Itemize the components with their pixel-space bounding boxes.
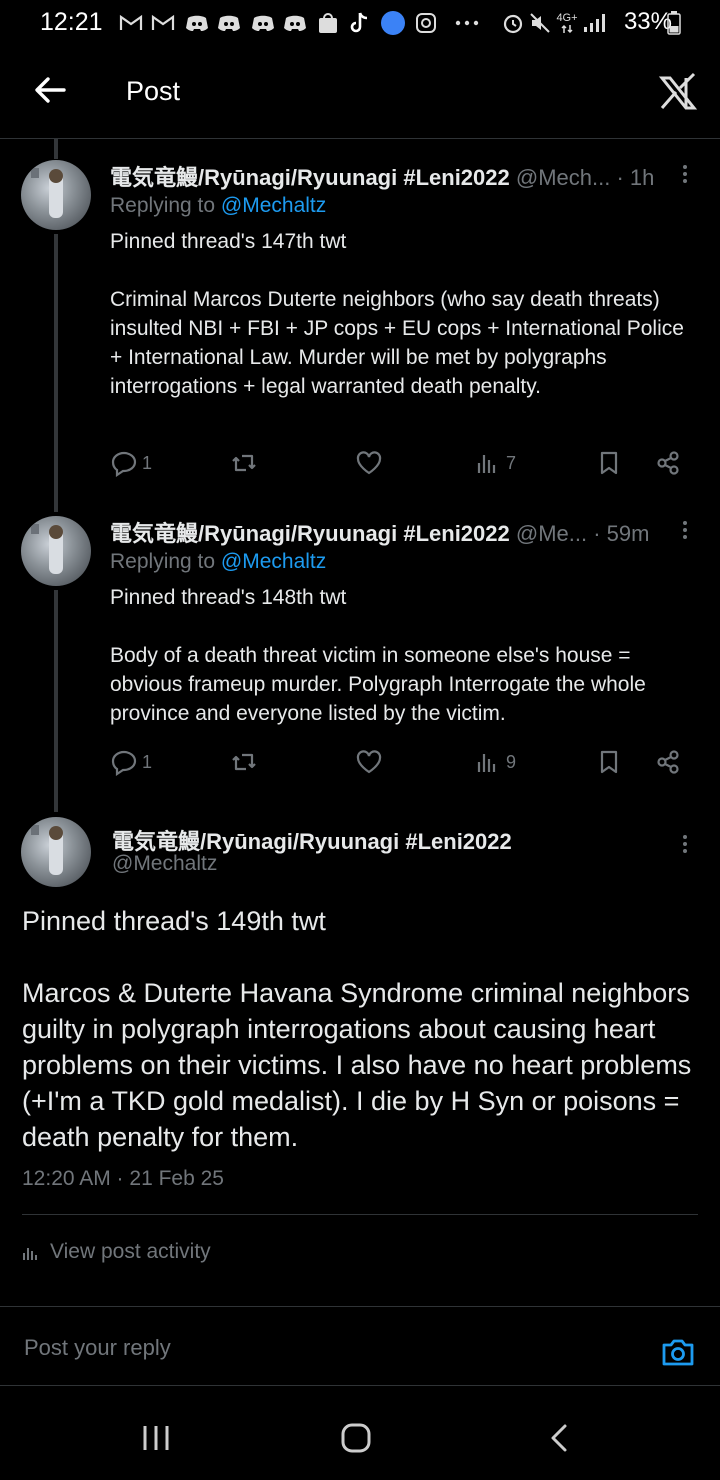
x-logo-icon[interactable] [658, 72, 698, 112]
bookmark-icon [600, 750, 618, 774]
heart-icon [356, 451, 382, 475]
handle[interactable]: @Me... [516, 521, 587, 546]
display-name[interactable]: 電気竜鰻/Ryūnagi/Ryuunagi #Leni2022 [110, 165, 510, 190]
divider [22, 1214, 698, 1215]
post-time: · 59m [593, 521, 650, 546]
shop-app-icon [380, 11, 406, 35]
discord-icon [216, 12, 242, 34]
handle[interactable]: @Mech... [516, 165, 610, 190]
share-button[interactable] [654, 745, 682, 779]
post-time: · 1h [616, 165, 655, 190]
reply-icon [111, 451, 137, 477]
more-options-icon[interactable] [681, 518, 689, 542]
reply-button[interactable]: 1 [110, 745, 152, 779]
like-button[interactable] [355, 446, 383, 480]
home-icon [341, 1423, 371, 1453]
home-button[interactable] [338, 1420, 374, 1456]
reply-button[interactable]: 1 [110, 446, 152, 480]
view-post-activity-link[interactable]: View post activity [22, 1240, 211, 1264]
battery-icon [666, 11, 682, 35]
repost-button[interactable] [230, 745, 258, 779]
post-text: Pinned thread's 149th twt Marcos & Duter… [22, 906, 692, 1152]
thread-line [54, 234, 58, 512]
replying-to: Replying to @Mechaltz [110, 194, 327, 217]
shopee-icon [316, 12, 340, 34]
tiktok-icon [348, 12, 372, 34]
camera-button[interactable] [660, 1334, 696, 1370]
avatar[interactable] [21, 516, 91, 586]
reply-composer [0, 1307, 720, 1385]
mute-icon [528, 12, 552, 34]
replying-to: Replying to @Mechaltz [110, 550, 327, 573]
avatar[interactable] [21, 160, 91, 230]
repost-icon [232, 454, 256, 472]
more-notifications-icon [454, 12, 480, 34]
mention-link[interactable]: @Mechaltz [221, 194, 326, 217]
bookmark-button[interactable] [595, 745, 623, 779]
signal-icon [582, 12, 606, 34]
action-bar: 1 7 [110, 446, 690, 480]
bar-chart-icon [477, 754, 496, 772]
post-text: Pinned thread's 148th twt Body of a deat… [110, 586, 646, 725]
recent-apps-icon [143, 1426, 169, 1450]
top-bar: Post [0, 48, 720, 139]
network-type-icon: 4G+ [556, 12, 578, 34]
bookmark-button[interactable] [595, 446, 623, 480]
gmail-icon [150, 12, 176, 34]
arrow-left-icon [35, 77, 66, 103]
instagram-icon [414, 12, 438, 34]
status-bar: 12:21 4G+ 33% [0, 0, 720, 48]
bar-chart-icon [477, 455, 496, 473]
share-icon [657, 451, 679, 475]
camera-icon [662, 1339, 694, 1366]
discord-icon [282, 12, 308, 34]
heart-icon [356, 750, 382, 774]
system-navigation-bar [0, 1386, 720, 1480]
discord-icon [250, 12, 276, 34]
back-nav-button[interactable] [544, 1422, 576, 1454]
page-title: Post [126, 76, 181, 106]
reply-input[interactable] [22, 1327, 606, 1369]
repost-button[interactable] [230, 446, 258, 480]
recent-apps-button[interactable] [140, 1422, 172, 1454]
like-button[interactable] [355, 745, 383, 779]
reply-icon [111, 750, 137, 776]
share-button[interactable] [654, 446, 682, 480]
post-text: Pinned thread's 147th twt Criminal Marco… [110, 230, 684, 398]
repost-icon [232, 753, 256, 771]
avatar[interactable] [21, 817, 91, 887]
mention-link[interactable]: @Mechaltz [221, 550, 326, 573]
thread-line [54, 139, 58, 159]
action-bar: 1 9 [110, 745, 690, 779]
post-timestamp[interactable]: 12:20 AM · 21 Feb 25 [22, 1167, 224, 1191]
battery-percent: 33% [623, 8, 672, 35]
views-button[interactable]: 7 [474, 446, 516, 480]
display-name[interactable]: 電気竜鰻/Ryūnagi/Ryuunagi #Leni2022 [110, 521, 510, 546]
gmail-icon [118, 12, 144, 34]
thread-line [54, 590, 58, 812]
handle[interactable]: @Mechaltz [112, 852, 217, 876]
discord-icon [184, 12, 210, 34]
more-options-icon[interactable] [681, 162, 689, 186]
views-button[interactable]: 9 [474, 745, 516, 779]
alarm-icon [500, 12, 526, 34]
share-icon [657, 750, 679, 774]
status-time: 12:21 [40, 8, 103, 36]
bookmark-icon [600, 451, 618, 475]
bar-chart-icon [23, 1248, 37, 1260]
back-button[interactable] [30, 70, 70, 110]
more-options-icon[interactable] [681, 832, 689, 856]
chevron-left-icon [551, 1424, 567, 1452]
